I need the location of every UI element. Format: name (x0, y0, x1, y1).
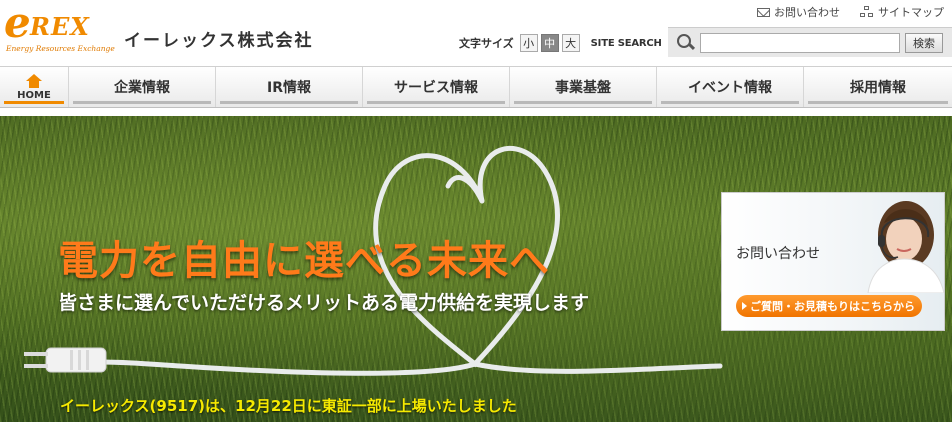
contact-inquiry-label: ご質問・お見積もりはこちらから (750, 300, 915, 313)
nav-ir[interactable]: IR情報 (215, 67, 362, 107)
nav-recruit-label: 採用情報 (850, 80, 906, 96)
logo-rex: REX (30, 12, 90, 41)
font-size-tools: 文字サイズ 小 中 大 SITE SEARCH (459, 32, 662, 54)
hero-subtitle: 皆さまに選んでいただけるメリットある電力供給を実現します (58, 292, 590, 314)
sitemap-icon (860, 6, 874, 18)
logo-e: e (4, 0, 31, 47)
nav-event-label: イベント情報 (688, 80, 772, 96)
site-search-label: SITE SEARCH (590, 37, 662, 49)
global-nav: HOME 企業情報 IR情報 サービス情報 事業基盤 イベント情報 採用情報 (0, 66, 952, 108)
font-size-small-button[interactable]: 小 (519, 34, 538, 52)
nav-ir-label: IR情報 (267, 80, 311, 96)
plug-icon (24, 347, 107, 373)
font-size-label: 文字サイズ (459, 37, 514, 50)
site-search-box: 検索 (668, 27, 952, 57)
search-icon (674, 31, 698, 55)
contact-link-label: お問い合わせ (774, 6, 840, 19)
utility-links: お問い合わせ サイトマップ (757, 4, 944, 20)
nav-home-label: HOME (17, 89, 51, 101)
logo-subtitle: Energy Resources Exchange (6, 44, 115, 53)
nav-event[interactable]: イベント情報 (656, 67, 803, 107)
contact-box[interactable]: お問い合わせ ご質問・お見積もりはこちらから (721, 192, 945, 331)
nav-recruit[interactable]: 採用情報 (803, 67, 952, 107)
company-name: イーレックス株式会社 (124, 31, 314, 51)
erex-logo[interactable]: e REX Energy Resources Exchange (4, 0, 116, 54)
home-icon (26, 73, 42, 88)
operator-photo (867, 201, 944, 293)
search-button[interactable]: 検索 (905, 32, 943, 53)
hero-news-link[interactable]: イーレックス(9517)は、12月22日に東証一部に上場いたしました (60, 395, 517, 416)
font-size-large-button[interactable]: 大 (561, 34, 580, 52)
nav-business[interactable]: 事業基盤 (509, 67, 656, 107)
hero-title: 電力を自由に選べる未来へ (58, 238, 550, 284)
font-size-medium-button[interactable]: 中 (540, 34, 559, 52)
sitemap-link[interactable]: サイトマップ (860, 4, 944, 20)
nav-corporate[interactable]: 企業情報 (68, 67, 215, 107)
contact-link[interactable]: お問い合わせ (757, 4, 840, 20)
nav-home[interactable]: HOME (0, 67, 68, 107)
contact-inquiry-button[interactable]: ご質問・お見積もりはこちらから (736, 295, 922, 317)
nav-business-label: 事業基盤 (555, 80, 611, 96)
site-header: e REX Energy Resources Exchange イーレックス株式… (0, 0, 952, 66)
sitemap-link-label: サイトマップ (878, 6, 944, 19)
contact-title: お問い合わせ (736, 246, 820, 262)
search-input[interactable] (700, 32, 900, 53)
nav-service-label: サービス情報 (394, 80, 478, 96)
nav-corporate-label: 企業情報 (114, 80, 170, 96)
mail-icon (757, 7, 770, 17)
arrow-right-icon (742, 302, 747, 310)
nav-service[interactable]: サービス情報 (362, 67, 509, 107)
